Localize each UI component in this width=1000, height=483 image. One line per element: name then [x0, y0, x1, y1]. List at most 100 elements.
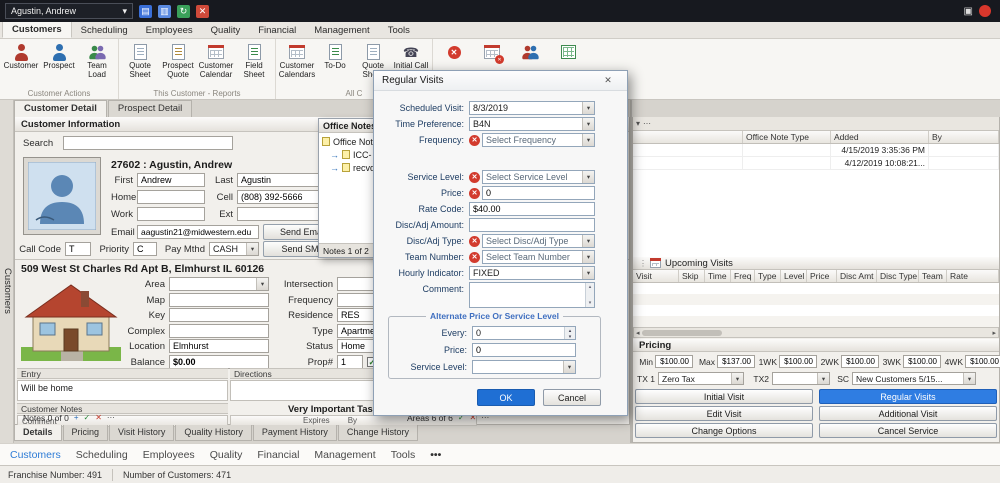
scroll-down-icon[interactable]: ▾	[589, 300, 592, 306]
upcoming-visits-body[interactable]	[633, 283, 999, 327]
alt-service-level-combo[interactable]: ▾	[472, 360, 576, 374]
call-code-field[interactable]	[65, 242, 91, 256]
table-row[interactable]: 4/12/2019 10:08:21...	[633, 157, 999, 170]
column-header[interactable]: Visit	[633, 270, 679, 282]
column-header[interactable]: Freq	[731, 270, 755, 282]
every-stepper[interactable]: 0 ▴ ▾	[472, 326, 576, 340]
chevron-down-icon[interactable]: ▾	[636, 119, 640, 128]
tab-customer-detail[interactable]: Customer Detail	[14, 100, 107, 117]
note-type-column[interactable]: Office Note Type	[743, 131, 831, 143]
balance-field[interactable]	[169, 355, 269, 369]
wk4-price-field[interactable]	[965, 355, 1000, 368]
nav-customers[interactable]: Customers	[10, 449, 61, 461]
pay-method-combo[interactable]: CASH ▾	[209, 242, 259, 256]
frequency-combo[interactable]: Select Frequency ▾	[482, 133, 595, 147]
location-field[interactable]	[169, 339, 269, 353]
ribbon-tab-financial[interactable]: Financial	[249, 23, 305, 38]
service-level-combo[interactable]: Select Service Level ▾	[482, 170, 595, 184]
column-header[interactable]: Price	[807, 270, 837, 282]
confirm-icon[interactable]: ✓	[84, 413, 91, 422]
cell-phone-field[interactable]	[237, 190, 327, 204]
ribbon-tab-management[interactable]: Management	[305, 23, 378, 38]
column-header[interactable]: Skip	[679, 270, 705, 282]
tab-payment-history[interactable]: Payment History	[253, 425, 337, 441]
customer-selector[interactable]: Agustin, Andrew ▾	[5, 3, 133, 19]
hourly-indicator-combo[interactable]: FIXED ▾	[469, 266, 595, 280]
more-icon[interactable]: ⋯	[643, 119, 651, 128]
email-field[interactable]	[137, 225, 259, 239]
drag-handle-icon[interactable]: ⋮	[639, 259, 647, 268]
ribbon-button-customer-calendars[interactable]: Customer Calendars	[278, 40, 316, 88]
ribbon-button-customer[interactable]: Customer	[2, 40, 40, 88]
wk3-price-field[interactable]	[903, 355, 941, 368]
ribbon-button-prospect-quote[interactable]: Prospect Quote	[159, 40, 197, 88]
added-column[interactable]: Added	[831, 131, 929, 143]
scroll-up-icon[interactable]: ▴	[589, 284, 592, 290]
tab-prospect-detail[interactable]: Prospect Detail	[108, 100, 192, 117]
regular-visits-button[interactable]: Regular Visits	[819, 389, 997, 404]
tab-quality-history[interactable]: Quality History	[175, 425, 252, 441]
scroll-right-icon[interactable]: ▸	[990, 329, 998, 337]
tab-visit-history[interactable]: Visit History	[109, 425, 174, 441]
tx2-combo[interactable]: ▾	[772, 372, 830, 385]
column-header[interactable]: Team	[919, 270, 947, 282]
complex-field[interactable]	[169, 324, 269, 338]
column-header[interactable]: Rate	[947, 270, 999, 282]
work-phone-field[interactable]	[137, 207, 205, 221]
column-header[interactable]: Disc Amt	[837, 270, 877, 282]
close-icon[interactable]: ✕	[597, 75, 619, 86]
wk2-price-field[interactable]	[841, 355, 879, 368]
rate-code-field[interactable]	[469, 202, 595, 216]
ribbon-button-prospect[interactable]: Prospect	[40, 40, 78, 88]
column-header[interactable]: Type	[755, 270, 781, 282]
nav-financial[interactable]: Financial	[257, 449, 299, 461]
side-dock-customers[interactable]: Customers	[0, 100, 14, 443]
close-button[interactable]	[979, 5, 991, 17]
more-icon[interactable]: ⋯	[107, 413, 115, 422]
disc-adj-amount-field[interactable]	[469, 218, 595, 232]
ribbon-tab-customers[interactable]: Customers	[2, 21, 72, 38]
prop-field[interactable]	[337, 355, 363, 369]
price-field[interactable]	[482, 186, 595, 200]
delete-icon[interactable]: ✕	[196, 5, 209, 18]
scrollbar[interactable]: ▴ ▾	[585, 283, 594, 307]
save-all-icon[interactable]: ▥	[158, 5, 171, 18]
nav-quality[interactable]: Quality	[210, 449, 243, 461]
last-name-field[interactable]	[237, 173, 327, 187]
team-number-combo[interactable]: Select Team Number ▾	[482, 250, 595, 264]
search-input[interactable]	[63, 136, 233, 150]
window-icon[interactable]: ▣	[964, 6, 973, 17]
area-combo[interactable]: ▾	[169, 277, 269, 291]
first-name-field[interactable]	[137, 173, 205, 187]
dialog-titlebar[interactable]: Regular Visits ✕	[374, 71, 627, 91]
priority-field[interactable]	[133, 242, 157, 256]
entry-textarea[interactable]: Will be home	[17, 380, 228, 401]
ribbon-button-field-sheet[interactable]: Field Sheet	[235, 40, 273, 88]
ribbon-tab-quality[interactable]: Quality	[202, 23, 250, 38]
change-options-button[interactable]: Change Options	[635, 423, 813, 438]
note-column[interactable]	[633, 131, 743, 143]
refresh-icon[interactable]: ↻	[177, 5, 190, 18]
ribbon-button-team-load[interactable]: Team Load	[78, 40, 116, 88]
scrollbar-thumb[interactable]	[642, 330, 722, 336]
ribbon-tab-scheduling[interactable]: Scheduling	[72, 23, 137, 38]
horizontal-scrollbar[interactable]: ◂ ▸	[633, 327, 999, 338]
time-preference-combo[interactable]: B4N ▾	[469, 117, 595, 131]
table-row[interactable]: 4/15/2019 3:35:36 PM	[633, 144, 999, 157]
ribbon-tab-tools[interactable]: Tools	[379, 23, 419, 38]
home-phone-field[interactable]	[137, 190, 205, 204]
ribbon-button-quote-sheet[interactable]: Quote Sheet	[121, 40, 159, 88]
ribbon-button-customer-calendar[interactable]: Customer Calendar	[197, 40, 235, 88]
sc-combo[interactable]: New Customers 5/15... ▾	[852, 372, 976, 385]
disc-adj-type-combo[interactable]: Select Disc/Adj Type ▾	[482, 234, 595, 248]
nav-tools[interactable]: Tools	[391, 449, 416, 461]
column-header[interactable]: Time	[705, 270, 731, 282]
nav-employees[interactable]: Employees	[143, 449, 195, 461]
wk1-price-field[interactable]	[779, 355, 817, 368]
scroll-left-icon[interactable]: ◂	[634, 329, 642, 337]
nav-scheduling[interactable]: Scheduling	[76, 449, 128, 461]
ribbon-tab-employees[interactable]: Employees	[137, 23, 202, 38]
save-icon[interactable]: ▤	[139, 5, 152, 18]
cancel-button[interactable]: Cancel	[543, 389, 601, 406]
cancel-service-button[interactable]: Cancel Service	[819, 423, 997, 438]
